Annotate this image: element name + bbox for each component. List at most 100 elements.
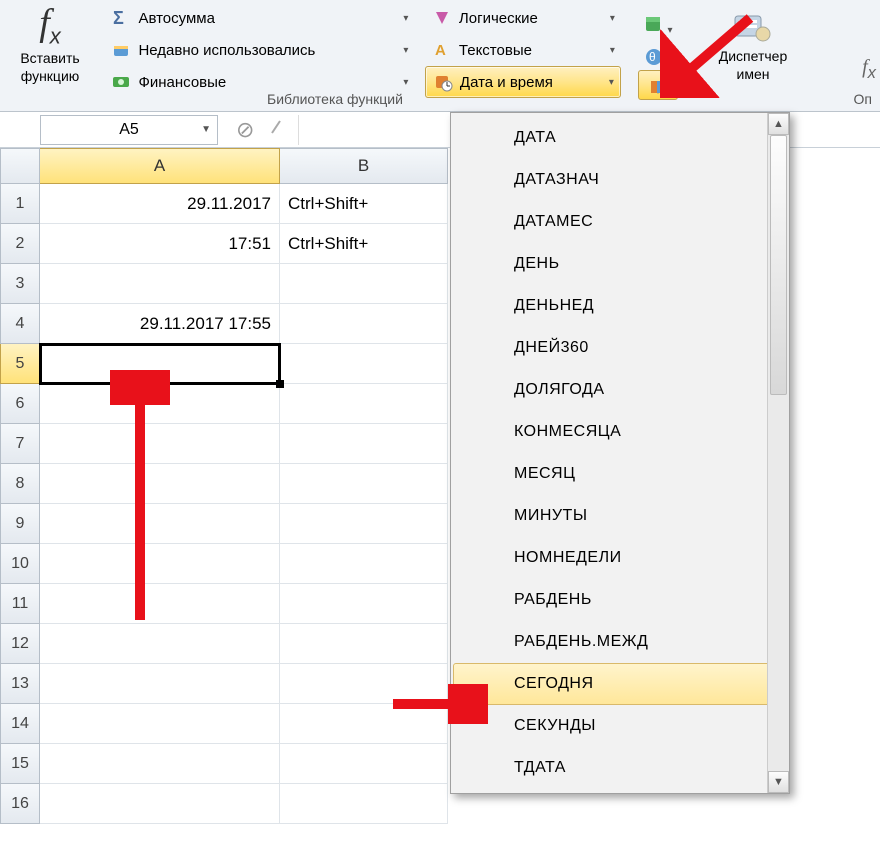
recent-icon: [110, 39, 132, 61]
cell[interactable]: [40, 664, 280, 704]
cell[interactable]: Ctrl+Shift+: [280, 184, 448, 224]
chevron-down-icon: ▾: [610, 45, 615, 56]
fx-icon: fx: [6, 4, 94, 48]
row-header[interactable]: 6: [0, 384, 40, 424]
red-arrow-annotation: [660, 8, 760, 98]
chevron-down-icon: ▾: [403, 13, 408, 24]
svg-text:θ: θ: [649, 50, 656, 64]
cell[interactable]: [280, 384, 448, 424]
cell[interactable]: 29.11.2017 17:55: [40, 304, 280, 344]
select-all-corner[interactable]: [0, 148, 40, 184]
fx-button[interactable]: [268, 117, 288, 142]
row-header[interactable]: 12: [0, 624, 40, 664]
menu-item[interactable]: НОМНЕДЕЛИ: [453, 537, 787, 579]
chevron-down-icon: ▾: [403, 77, 408, 88]
chevron-down-icon: ▾: [609, 77, 614, 88]
cell[interactable]: [280, 424, 448, 464]
row-header[interactable]: 9: [0, 504, 40, 544]
name-box[interactable]: A5 ▼: [40, 115, 218, 145]
cell[interactable]: [280, 344, 448, 384]
menu-item[interactable]: СЕГОДНЯ: [453, 663, 787, 705]
logical-icon: [431, 7, 453, 29]
row-header[interactable]: 1: [0, 184, 40, 224]
row-header[interactable]: 5: [0, 344, 40, 384]
right-caption: Оп: [854, 91, 872, 107]
chevron-down-icon: ▾: [610, 13, 615, 24]
menu-item[interactable]: ДНЕЙ360: [453, 327, 787, 369]
function-shortcuts: Σ Автосумма ▾ Недавно использовались ▾ Ф…: [104, 0, 414, 100]
cell[interactable]: [40, 744, 280, 784]
menu-item[interactable]: СЕКУНДЫ: [453, 705, 787, 747]
chevron-down-icon: ▾: [403, 45, 408, 56]
row-header[interactable]: 15: [0, 744, 40, 784]
money-icon: [110, 71, 132, 93]
logical-button[interactable]: Логические ▾: [425, 2, 621, 34]
svg-text:A: A: [435, 42, 446, 59]
cell[interactable]: 29.11.2017: [40, 184, 280, 224]
row-header[interactable]: 11: [0, 584, 40, 624]
menu-item[interactable]: РАБДЕНЬ: [453, 579, 787, 621]
svg-text:Σ: Σ: [113, 8, 124, 28]
column-header[interactable]: A: [40, 148, 280, 184]
recent-button[interactable]: Недавно использовались ▾: [110, 34, 408, 66]
cell[interactable]: [280, 264, 448, 304]
menu-item[interactable]: ДАТА: [453, 117, 787, 159]
text-button[interactable]: A Текстовые ▾: [425, 34, 621, 66]
menu-item[interactable]: ДЕНЬ: [453, 243, 787, 285]
scroll-down-button[interactable]: ▼: [768, 771, 789, 793]
cell[interactable]: [280, 784, 448, 824]
menu-item[interactable]: ТДАТА: [453, 747, 787, 789]
function-library-caption: Библиотека функций: [230, 91, 440, 107]
cell[interactable]: [40, 704, 280, 744]
cell[interactable]: [40, 784, 280, 824]
row-header[interactable]: 2: [0, 224, 40, 264]
name-box-value: A5: [119, 121, 139, 139]
row-header[interactable]: 7: [0, 424, 40, 464]
cell[interactable]: [40, 264, 280, 304]
cell[interactable]: [280, 744, 448, 784]
clock-icon: [432, 71, 454, 93]
cell[interactable]: [280, 304, 448, 344]
menu-item[interactable]: МИНУТЫ: [453, 495, 787, 537]
cell[interactable]: [280, 584, 448, 624]
date-time-button[interactable]: Дата и время ▾: [425, 66, 621, 98]
cell[interactable]: 17:51: [40, 224, 280, 264]
menu-item[interactable]: ДАТАМЕС: [453, 201, 787, 243]
fill-handle[interactable]: [276, 380, 284, 388]
row-header[interactable]: 13: [0, 664, 40, 704]
row-header[interactable]: 14: [0, 704, 40, 744]
menu-item[interactable]: ДОЛЯГОДА: [453, 369, 787, 411]
scroll-thumb[interactable]: [770, 135, 787, 395]
insert-function-button[interactable]: fx Вставить функцию: [0, 0, 100, 87]
menu-item[interactable]: ДАТАЗНАЧ: [453, 159, 787, 201]
scroll-up-button[interactable]: ▲: [768, 113, 789, 135]
menu-item[interactable]: ДЕНЬНЕД: [453, 285, 787, 327]
red-arrow-annotation: [110, 370, 170, 630]
column-header[interactable]: B: [280, 148, 448, 184]
row-header[interactable]: 3: [0, 264, 40, 304]
menu-item[interactable]: МЕСЯЦ: [453, 453, 787, 495]
autosum-button[interactable]: Σ Автосумма ▾: [110, 2, 408, 34]
row-header[interactable]: 16: [0, 784, 40, 824]
cell[interactable]: [40, 624, 280, 664]
date-time-dropdown: ДАТАДАТАЗНАЧДАТАМЕСДЕНЬДЕНЬНЕДДНЕЙ360ДОЛ…: [450, 112, 790, 794]
function-categories: Логические ▾ A Текстовые ▾ Дата и время …: [419, 0, 627, 100]
fx-small-icon: fx: [862, 56, 876, 83]
row-header[interactable]: 10: [0, 544, 40, 584]
cell[interactable]: [280, 544, 448, 584]
menu-item[interactable]: КОНМЕСЯЦА: [453, 411, 787, 453]
cell[interactable]: [280, 464, 448, 504]
cell[interactable]: [280, 504, 448, 544]
red-arrow-annotation: [388, 684, 488, 724]
chevron-down-icon[interactable]: ▼: [201, 124, 211, 135]
menu-item[interactable]: РАБДЕНЬ.МЕЖД: [453, 621, 787, 663]
cell[interactable]: [280, 624, 448, 664]
insert-function-label-2: функцию: [21, 68, 80, 84]
cancel-button[interactable]: ⊘: [236, 117, 254, 143]
insert-function-label-1: Вставить: [20, 50, 79, 66]
row-header[interactable]: 8: [0, 464, 40, 504]
row-header[interactable]: 4: [0, 304, 40, 344]
scrollbar[interactable]: ▲ ▼: [767, 113, 789, 793]
cell[interactable]: Ctrl+Shift+: [280, 224, 448, 264]
text-icon: A: [431, 39, 453, 61]
